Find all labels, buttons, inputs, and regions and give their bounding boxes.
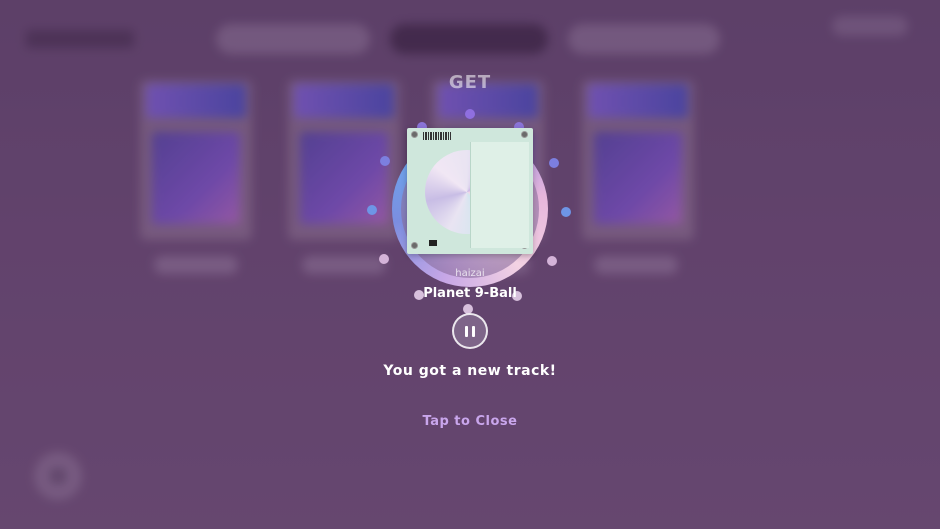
track-disc-artwork <box>407 128 533 254</box>
screw-icon <box>411 131 418 138</box>
track-artist: haizai <box>455 268 485 279</box>
sparkle-dot <box>549 158 559 168</box>
sparkle-dot <box>547 256 557 266</box>
sparkle-dot <box>379 254 389 264</box>
screw-icon <box>411 242 418 249</box>
track-title: Planet 9-Ball <box>423 286 517 301</box>
sparkle-dot <box>561 207 571 217</box>
sparkle-dot <box>367 205 377 215</box>
pause-icon <box>465 325 475 337</box>
reward-message: You got a new track! <box>383 363 557 379</box>
sparkle-dot <box>380 156 390 166</box>
tap-to-close-button[interactable]: Tap to Close <box>400 414 540 429</box>
sparkle-dot <box>465 109 475 119</box>
case-cover <box>470 142 529 248</box>
pause-button[interactable] <box>452 313 488 349</box>
get-header: GET <box>448 72 492 93</box>
barcode-icon <box>423 132 451 140</box>
screw-icon <box>521 131 528 138</box>
